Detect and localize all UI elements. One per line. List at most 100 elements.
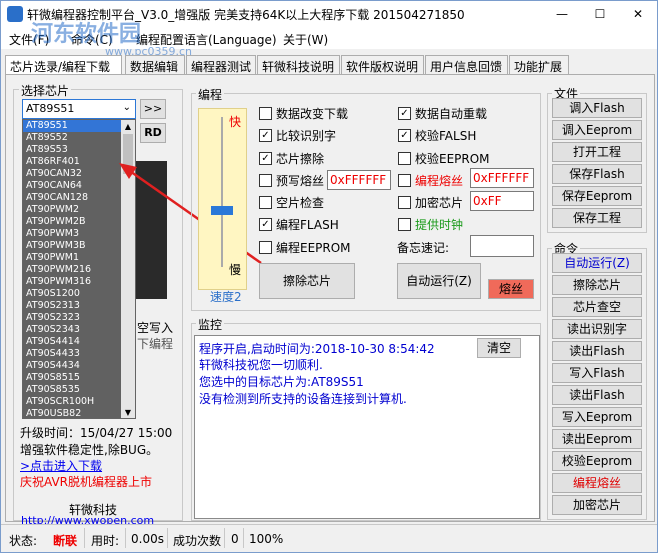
chip-option[interactable]: AT90S2323 — [23, 312, 135, 324]
fuse-input[interactable]: 0xFFFFFF — [470, 168, 534, 188]
command-button[interactable]: 写入Eeprom — [552, 407, 642, 427]
checkbox-label: 比较识别字 — [276, 129, 337, 143]
checkbox-label: 空片检查 — [276, 196, 325, 210]
command-button[interactable]: 读出识别字 — [552, 319, 642, 339]
checkbox-label: 编程EEPROM — [276, 241, 351, 255]
command-button[interactable]: 读出Flash — [552, 341, 642, 361]
auto-run-big-button[interactable]: 自动运行(Z) — [397, 263, 481, 299]
log-line: 您选中的目标芯片为:AT89S51 — [199, 375, 364, 389]
command-button[interactable]: 校验Eeprom — [552, 451, 642, 471]
chip-option[interactable]: AT90S4434 — [23, 360, 135, 372]
info-partial-1: 空写入 — [137, 321, 174, 335]
checkbox-label: 数据自动重载 — [415, 107, 488, 121]
checkbox-label: 芯片擦除 — [276, 152, 325, 166]
file-button[interactable]: 调入Flash — [552, 98, 642, 118]
status-separator — [125, 528, 126, 548]
command-button[interactable]: 擦除芯片 — [552, 275, 642, 295]
tab-company-info[interactable]: 轩微科技说明 — [257, 55, 340, 75]
command-button[interactable]: 编程熔丝 — [552, 473, 642, 493]
command-button[interactable]: 自动运行(Z) — [552, 253, 642, 273]
fuse-button[interactable]: 熔丝 — [488, 279, 534, 299]
checkbox[interactable] — [259, 196, 272, 209]
checkbox-label: 校验FALSH — [415, 129, 477, 143]
status-separator — [243, 528, 244, 548]
clear-log-button[interactable]: 清空 — [477, 338, 521, 358]
chip-option[interactable]: AT90S2343 — [23, 324, 135, 336]
file-button[interactable]: 保存Eeprom — [552, 186, 642, 206]
memo-label: 备忘速记: — [397, 241, 450, 255]
chip-option[interactable]: AT90S8535 — [23, 384, 135, 396]
time-value: 0.00s — [131, 532, 164, 546]
checkbox[interactable] — [398, 196, 411, 209]
checkbox[interactable]: ✓ — [259, 152, 272, 165]
tab-chip-program[interactable]: 芯片选录/编程下载 — [5, 55, 122, 76]
minimize-button[interactable]: — — [543, 1, 581, 27]
status-label: 状态: — [9, 534, 38, 548]
tab-programmer-test[interactable]: 编程器测试 — [186, 55, 256, 75]
chip-option[interactable]: AT90S2313 — [23, 300, 135, 312]
chip-option[interactable]: AT90USB82 — [23, 408, 135, 418]
checkbox[interactable] — [398, 152, 411, 165]
scroll-up-icon[interactable]: ▲ — [123, 122, 133, 132]
chip-option[interactable]: AT90S1200 — [23, 288, 135, 300]
chip-option[interactable]: AT90SCR100H — [23, 396, 135, 408]
monitor-log: 程序开启,启动时间为:2018-10-30 8:54:42 轩微科技祝您一切顺利… — [194, 335, 540, 519]
command-button[interactable]: 写入Flash — [552, 363, 642, 383]
checkbox[interactable] — [398, 218, 411, 231]
checkbox[interactable]: ✓ — [398, 129, 411, 142]
main-window: 轩微编程器控制平台_V3.0_增强版 完美支持64K以上大程序下载 201504… — [0, 0, 658, 553]
chip-option[interactable]: AT90PWM316 — [23, 276, 135, 288]
checkbox[interactable] — [398, 174, 411, 187]
checkbox-label: 预写熔丝 — [276, 174, 325, 188]
tab-copyright[interactable]: 软件版权说明 — [341, 55, 424, 75]
checkbox-label: 提供时钟 — [415, 218, 464, 232]
file-button[interactable]: 打开工程 — [552, 142, 642, 162]
checkbox[interactable]: ✓ — [398, 107, 411, 120]
tab-data-edit[interactable]: 数据编辑 — [125, 55, 185, 75]
command-button[interactable]: 芯片查空 — [552, 297, 642, 317]
chip-option[interactable]: AT89S51 — [23, 120, 135, 132]
rd-button[interactable]: RD — [140, 123, 166, 143]
checkbox[interactable] — [259, 241, 272, 254]
prewrite-fuse-input[interactable]: 0xFFFFFF — [327, 170, 391, 190]
command-button[interactable]: 加密芯片 — [552, 495, 642, 515]
erase-chip-big-button[interactable]: 擦除芯片 — [259, 263, 355, 299]
download-link[interactable]: >点击进入下载 — [20, 457, 102, 474]
file-button[interactable]: 保存Flash — [552, 164, 642, 184]
log-line: 轩微科技祝您一切顺利. — [199, 358, 323, 372]
checkbox-label: 校验EEPROM — [415, 152, 490, 166]
success-label: 成功次数 — [173, 534, 222, 548]
checkbox[interactable]: ✓ — [259, 218, 272, 231]
memo-input[interactable] — [470, 235, 534, 257]
chip-select-value: AT89S51 — [26, 102, 75, 115]
scroll-down-icon[interactable]: ▼ — [123, 408, 133, 418]
checkbox[interactable] — [259, 107, 272, 120]
close-button[interactable]: ✕ — [619, 1, 657, 27]
speed-slider-thumb[interactable] — [211, 206, 233, 215]
menu-about[interactable]: 关于(W) — [283, 31, 328, 48]
command-button[interactable]: 读出Eeprom — [552, 429, 642, 449]
speed-value: 速度2 — [210, 290, 242, 304]
checkbox[interactable]: ✓ — [259, 129, 272, 142]
speed-fast-label: 快 — [229, 115, 242, 129]
speed-slow-label: 慢 — [229, 263, 242, 277]
chip-option[interactable]: AT90S4414 — [23, 336, 135, 348]
encrypt-input[interactable]: 0xFF — [470, 191, 534, 211]
chip-select-dropdown[interactable]: AT89S51 ⌄ — [22, 99, 136, 119]
file-button[interactable]: 调入Eeprom — [552, 120, 642, 140]
time-label: 用时: — [91, 534, 120, 548]
chip-option[interactable]: AT90S8515 — [23, 372, 135, 384]
tab-user-feedback[interactable]: 用户信息回馈 — [425, 55, 508, 75]
watermark-logo: 河东软件园 — [31, 21, 142, 47]
chip-option[interactable]: AT90S4433 — [23, 348, 135, 360]
tab-extensions[interactable]: 功能扩展 — [509, 55, 569, 75]
chevron-down-icon: ⌄ — [122, 102, 131, 113]
checkbox[interactable] — [259, 174, 272, 187]
maximize-button[interactable]: ☐ — [581, 1, 619, 27]
speed-track — [221, 117, 223, 267]
command-button[interactable]: 读出Flash — [552, 385, 642, 405]
checkbox-label: 编程熔丝 — [415, 174, 464, 188]
file-button[interactable]: 保存工程 — [552, 208, 642, 228]
log-line: 程序开启,启动时间为:2018-10-30 8:54:42 — [199, 342, 435, 356]
chip-detail-button[interactable]: >> — [140, 99, 166, 119]
